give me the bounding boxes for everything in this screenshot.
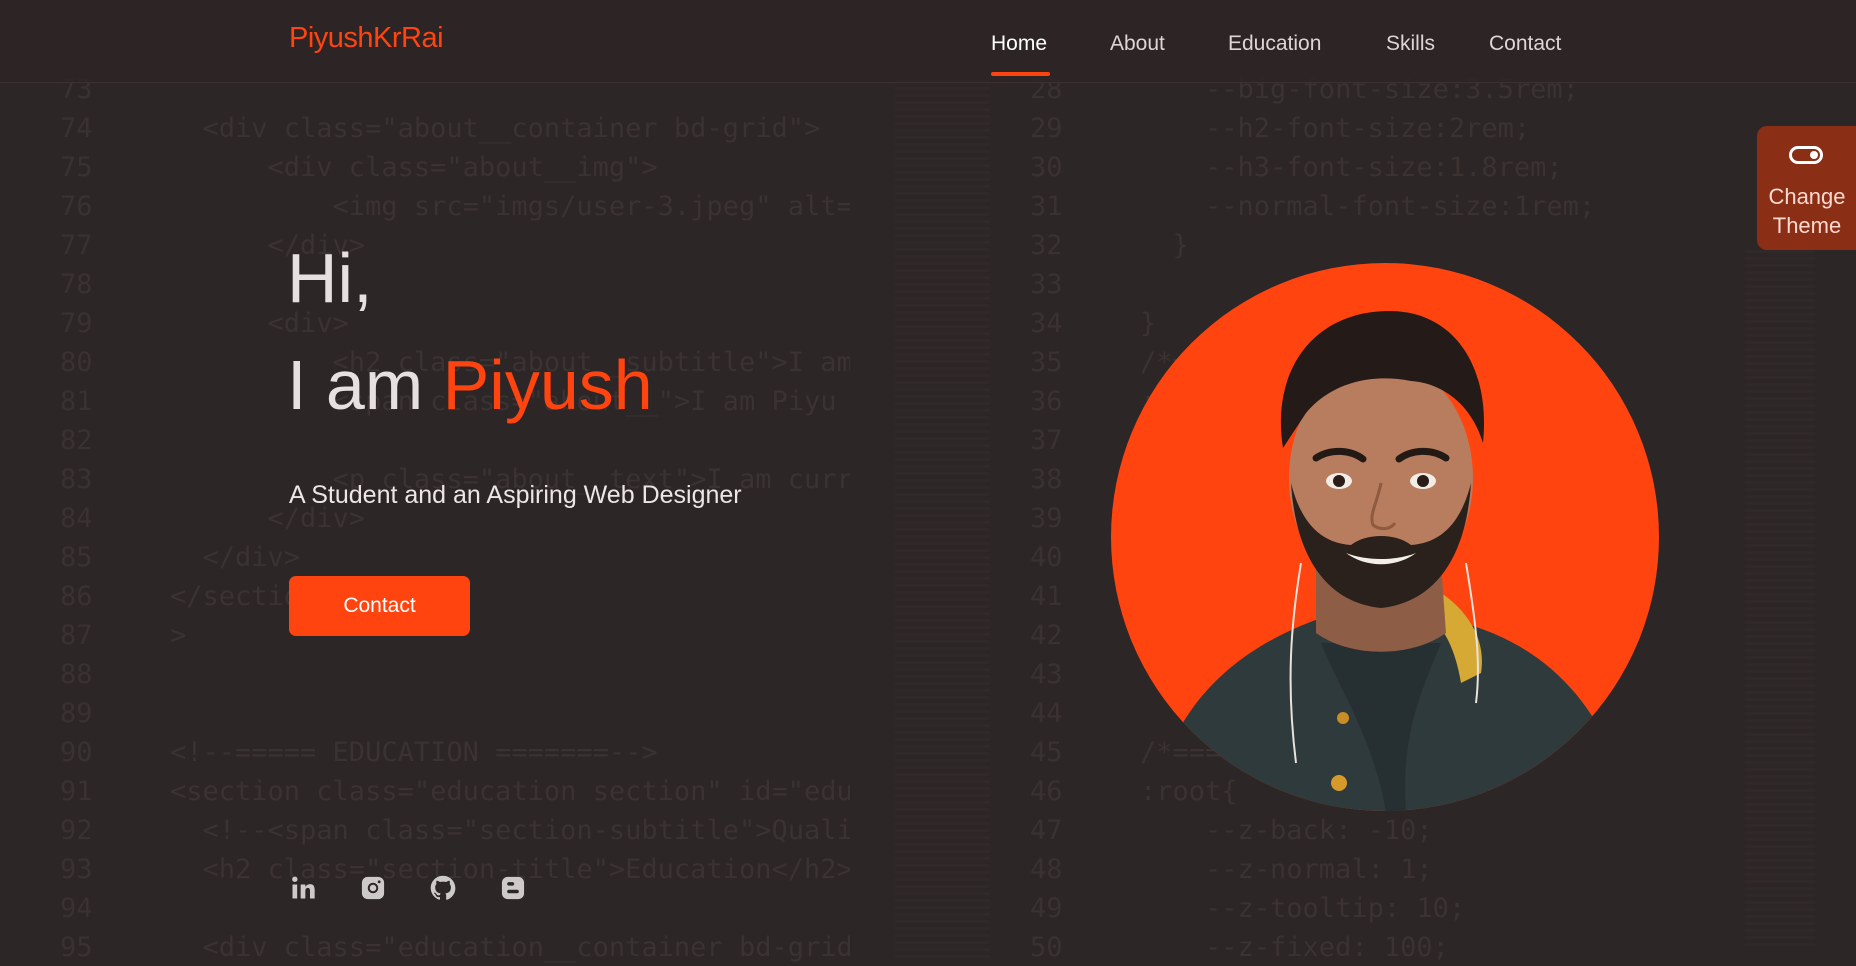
code-line-number: 94	[60, 893, 93, 924]
code-backdrop-left: 73 74 <div class="about__container bd-gri…	[60, 70, 850, 966]
code-line: 91 <section class="education section" id=…	[60, 772, 850, 811]
code-line: 82	[60, 421, 850, 460]
hero-name: Piyush	[442, 346, 653, 424]
code-line-text: <img src="imgs/user-3.jpeg" alt="	[170, 191, 850, 222]
code-line-number: 83	[60, 464, 93, 495]
code-line-number: 88	[60, 659, 93, 690]
code-line-number: 81	[60, 386, 93, 417]
code-line-number: 92	[60, 815, 93, 846]
nav-home[interactable]: Home	[991, 32, 1047, 56]
code-line-text: --z-normal: 1;	[1140, 854, 1433, 885]
code-line-number: 77	[60, 230, 93, 261]
code-line-text: </div>	[170, 542, 301, 573]
code-line: 90 <!--===== EDUCATION =======-->	[60, 733, 850, 772]
code-line-text: --z-fixed: 100;	[1140, 932, 1449, 963]
hero-intro-prefix: I am	[287, 346, 443, 424]
change-theme-line1: Change	[1768, 184, 1846, 209]
linkedin-icon[interactable]	[289, 874, 317, 902]
code-line: 48 --z-normal: 1;	[1030, 850, 1670, 889]
change-theme-button[interactable]: Change Theme	[1757, 126, 1856, 250]
code-line: 89	[60, 694, 850, 733]
code-line-text: <!--<span class="section-subtitle">Quali…	[170, 815, 851, 846]
nav-about[interactable]: About	[1110, 32, 1165, 56]
code-line-number: 74	[60, 113, 93, 144]
hero-subtitle: A Student and an Aspiring Web Designer	[289, 481, 742, 509]
code-line-text: <div class="education__container bd-grid…	[170, 932, 851, 963]
site-header: PiyushKrRai Home About Education Skills …	[0, 0, 1856, 83]
code-line-number: 50	[1030, 932, 1063, 963]
code-line: 30 --h3-font-size:1.8rem;	[1030, 148, 1670, 187]
code-line-number: 93	[60, 854, 93, 885]
code-line-number: 86	[60, 581, 93, 612]
code-line-text: --h2-font-size:2rem;	[1140, 113, 1531, 144]
instagram-icon[interactable]	[359, 874, 387, 902]
nav-education[interactable]: Education	[1228, 32, 1321, 56]
code-line-number: 29	[1030, 113, 1063, 144]
code-line-text: <div class="about__img">	[170, 152, 658, 183]
code-line-number: 49	[1030, 893, 1063, 924]
code-line-number: 47	[1030, 815, 1063, 846]
code-line-number: 31	[1030, 191, 1063, 222]
code-line-text: >	[170, 620, 187, 651]
code-line-number: 89	[60, 698, 93, 729]
code-line: 49 --z-tooltip: 10;	[1030, 889, 1670, 928]
code-line: 95 <div class="education__container bd-g…	[60, 928, 850, 966]
code-line: 32 }	[1030, 226, 1670, 265]
code-line-number: 48	[1030, 854, 1063, 885]
code-line-number: 75	[60, 152, 93, 183]
code-line-number: 87	[60, 620, 93, 651]
code-line-text: --z-back: -10;	[1140, 815, 1433, 846]
blogger-icon[interactable]	[499, 874, 527, 902]
code-line: 74 <div class="about__container bd-grid"…	[60, 109, 850, 148]
code-line: 88	[60, 655, 850, 694]
code-minimap-right	[1745, 250, 1815, 950]
toggle-icon	[1789, 146, 1823, 164]
code-line: 79 <div>	[60, 304, 850, 343]
nav-contact[interactable]: Contact	[1489, 32, 1561, 56]
code-line-text: --z-tooltip: 10;	[1140, 893, 1466, 924]
code-line-number: 80	[60, 347, 93, 378]
github-icon[interactable]	[429, 874, 457, 902]
code-line-text: <section class="education section" id="e…	[170, 776, 850, 807]
code-line: 77 </div>	[60, 226, 850, 265]
code-line: 29 --h2-font-size:2rem;	[1030, 109, 1670, 148]
code-line: 85 </div>	[60, 538, 850, 577]
code-line-text: <div class="about__container bd-grid">	[170, 113, 821, 144]
code-line: 47 --z-back: -10;	[1030, 811, 1670, 850]
code-line: 75 <div class="about__img">	[60, 148, 850, 187]
code-line-number: 91	[60, 776, 93, 807]
change-theme-label: Change Theme	[1757, 182, 1856, 240]
code-line-number: 95	[60, 932, 93, 963]
code-line: 50 --z-fixed: 100;	[1030, 928, 1670, 966]
code-line: 31 --normal-font-size:1rem;	[1030, 187, 1670, 226]
code-line-text: --h3-font-size:1.8rem;	[1140, 152, 1563, 183]
code-line-number: 32	[1030, 230, 1063, 261]
contact-button[interactable]: Contact	[289, 576, 470, 636]
code-line: 78	[60, 265, 850, 304]
code-line-number: 82	[60, 425, 93, 456]
code-line-text: <!--===== EDUCATION =======-->	[170, 737, 658, 768]
code-line-text: }	[1140, 230, 1189, 261]
code-line-number: 79	[60, 308, 93, 339]
nav-skills[interactable]: Skills	[1386, 32, 1435, 56]
code-line: 92 <!--<span class="section-subtitle">Qu…	[60, 811, 850, 850]
code-line-number: 76	[60, 191, 93, 222]
code-line-number: 90	[60, 737, 93, 768]
code-line-number: 84	[60, 503, 93, 534]
nav-active-indicator	[991, 72, 1050, 76]
code-minimap	[895, 80, 990, 960]
code-line-number: 30	[1030, 152, 1063, 183]
code-line-text: --normal-font-size:1rem;	[1140, 191, 1596, 222]
change-theme-line2: Theme	[1772, 213, 1842, 238]
code-line-number: 78	[60, 269, 93, 300]
site-logo[interactable]: PiyushKrRai	[289, 22, 444, 55]
hero-greeting: Hi,	[287, 239, 373, 317]
profile-photo	[1111, 263, 1659, 811]
hero-intro: I am Piyush	[287, 345, 653, 425]
code-line: 76 <img src="imgs/user-3.jpeg" alt="	[60, 187, 850, 226]
code-line-number: 85	[60, 542, 93, 573]
